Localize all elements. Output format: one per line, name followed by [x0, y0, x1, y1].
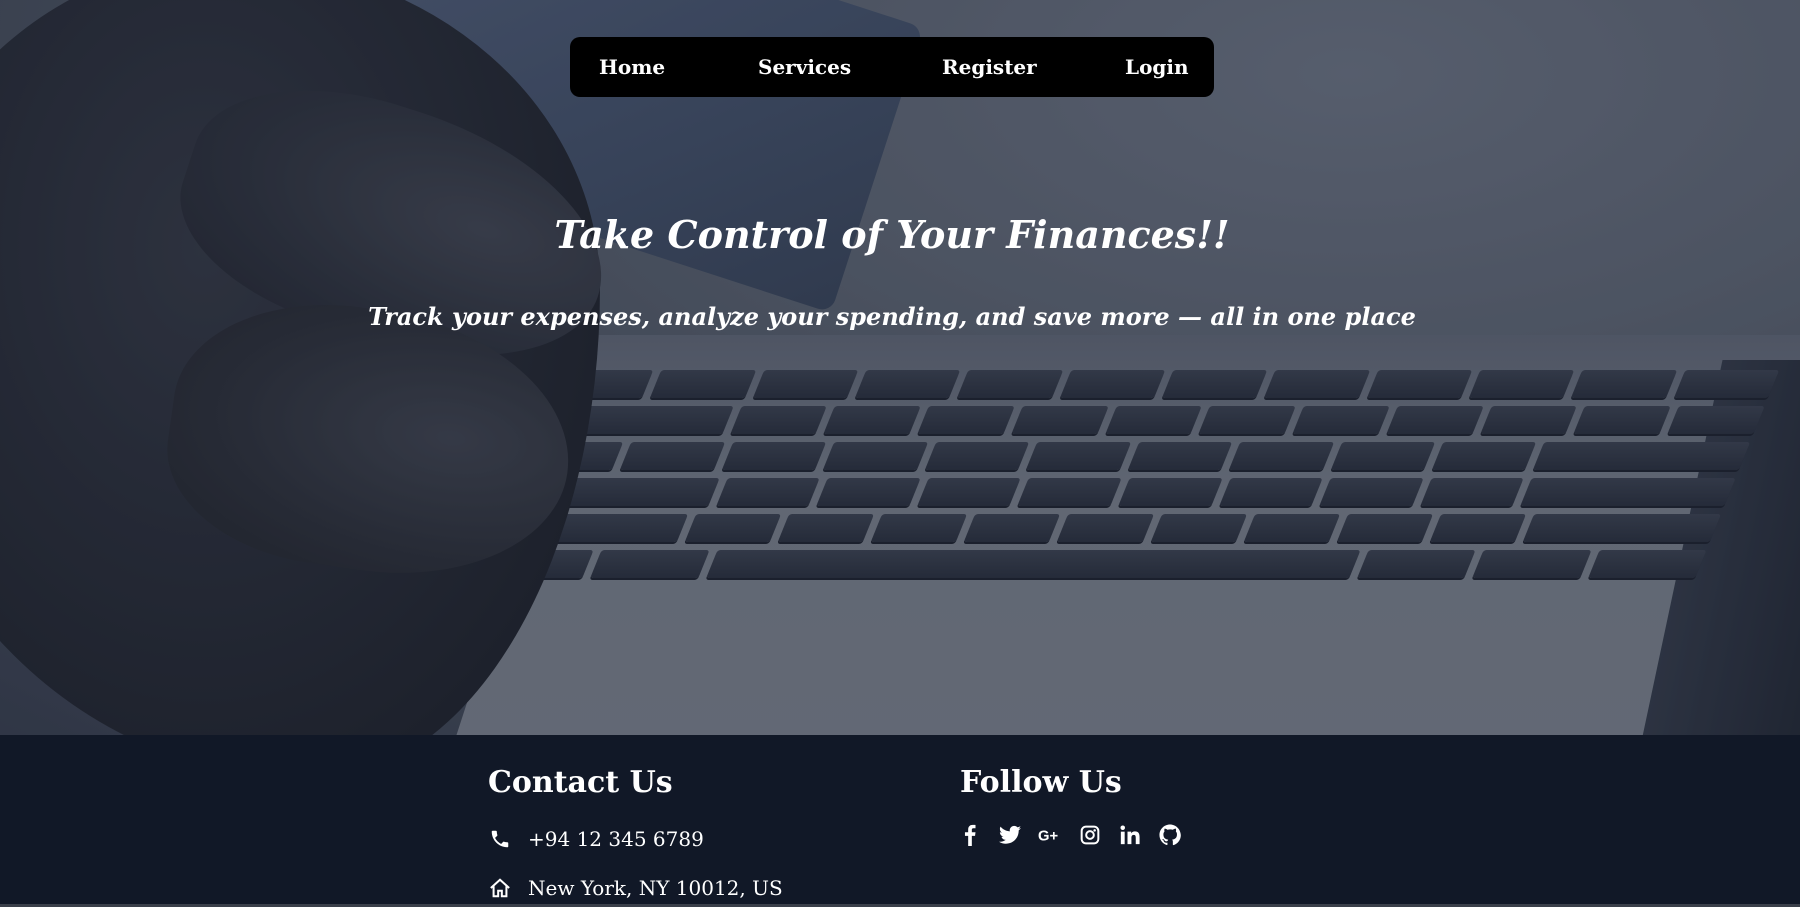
follow-heading: Follow Us: [960, 765, 1122, 800]
hero-subtitle: Track your expenses, analyze your spendi…: [368, 302, 1416, 331]
svg-text:G+: G+: [1038, 829, 1058, 843]
address-text: New York, NY 10012, US: [528, 876, 783, 900]
hero-section: Home Services Register Login Take Contro…: [0, 0, 1800, 735]
github-icon[interactable]: [1158, 823, 1182, 847]
google-plus-icon[interactable]: G+: [1038, 823, 1062, 847]
instagram-icon[interactable]: [1078, 823, 1102, 847]
contact-heading: Contact Us: [488, 765, 673, 800]
main-nav: Home Services Register Login: [570, 37, 1214, 97]
contact-phone: +94 12 345 6789: [488, 827, 704, 851]
social-links: G+: [958, 823, 1182, 847]
linkedin-icon[interactable]: [1118, 823, 1142, 847]
phone-text: +94 12 345 6789: [528, 827, 704, 851]
home-icon: [488, 876, 512, 900]
phone-icon: [488, 827, 512, 851]
nav-register-link[interactable]: Register: [942, 55, 1037, 79]
hero-title: Take Control of Your Finances!!: [554, 212, 1230, 257]
footer: Contact Us Follow Us +94 12 345 6789 New…: [0, 735, 1800, 907]
twitter-icon[interactable]: [998, 823, 1022, 847]
facebook-icon[interactable]: [958, 823, 982, 847]
contact-address: New York, NY 10012, US: [488, 876, 783, 900]
nav-home-link[interactable]: Home: [599, 55, 665, 79]
nav-login-link[interactable]: Login: [1125, 55, 1189, 79]
nav-services-link[interactable]: Services: [758, 55, 851, 79]
